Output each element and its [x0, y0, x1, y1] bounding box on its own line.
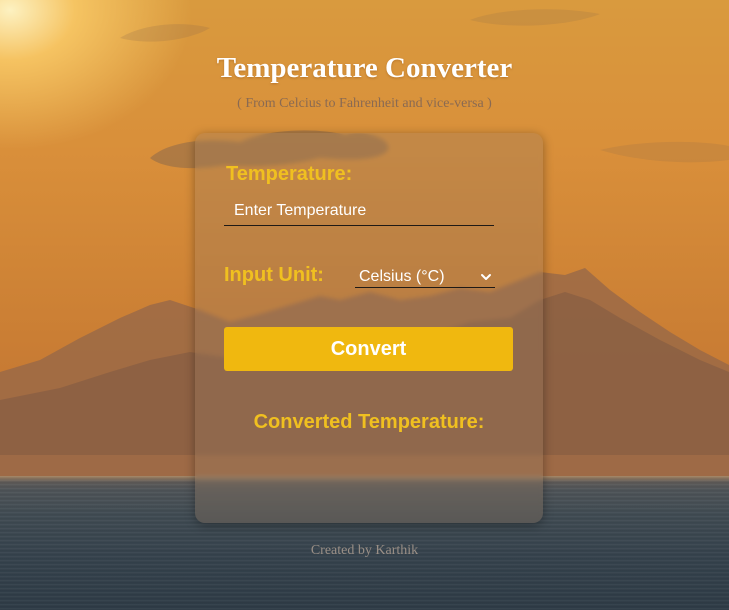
- footer-credit: Created by Karthik: [310, 543, 419, 558]
- temperature-input[interactable]: [224, 196, 494, 226]
- input-unit-selected-value: Celsius (°C): [359, 267, 445, 285]
- input-unit-select[interactable]: Celsius (°C): [355, 266, 495, 288]
- converted-temperature-value: [195, 445, 543, 465]
- converter-card: Temperature: Input Unit: Celsius (°C) Co…: [195, 133, 543, 523]
- input-unit-label: Input Unit:: [224, 264, 324, 286]
- page-title: Temperature Converter: [216, 52, 513, 84]
- page-subtitle: ( From Celcius to Fahrenheit and vice-ve…: [237, 96, 492, 111]
- converted-temperature-label: Converted Temperature:: [253, 411, 485, 433]
- chevron-down-icon: [481, 273, 491, 280]
- convert-button[interactable]: Convert: [224, 327, 513, 371]
- temperature-label: Temperature:: [226, 163, 353, 185]
